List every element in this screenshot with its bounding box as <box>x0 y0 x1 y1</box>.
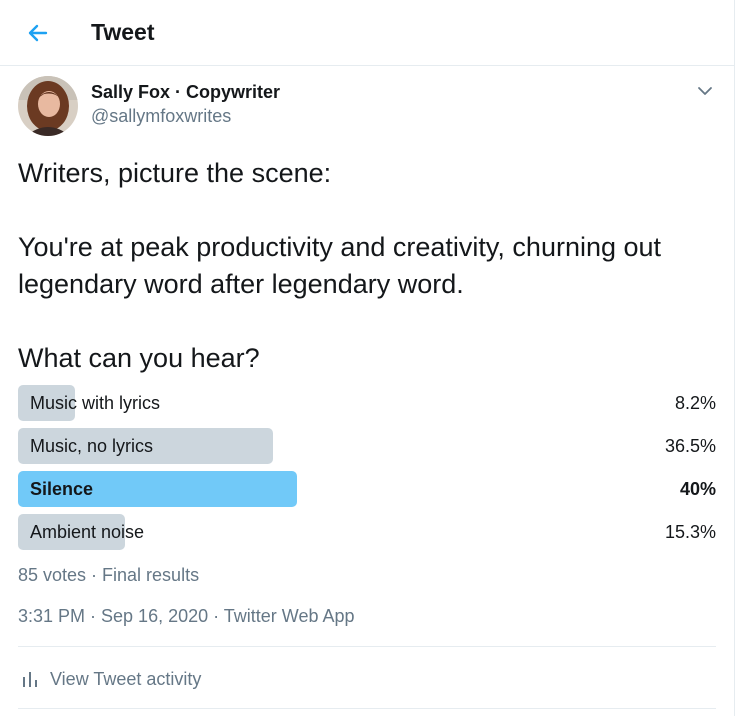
poll-option-label: Music, no lyrics <box>30 436 154 456</box>
poll-results-meta: 85 votes · Final results <box>18 565 200 585</box>
poll-option: Ambient noise 15.3% <box>18 514 716 550</box>
tweet-page: Tweet Sally Fox · Copywriter @sallymfoxw… <box>0 0 735 716</box>
poll-option: Music, no lyrics 36.5% <box>18 428 716 464</box>
page-title: Tweet <box>91 19 155 45</box>
author-name[interactable]: Sally Fox · Copywriter <box>91 82 280 103</box>
poll-option-percent: 40% <box>679 479 716 499</box>
poll-option-percent: 15.3% <box>664 522 716 542</box>
poll-option-label: Ambient noise <box>30 522 145 542</box>
tweet-text: Writers, picture the scene: You're at pe… <box>18 158 662 373</box>
poll: Music with lyrics 8.2% Music, no lyrics 36.… <box>18 385 716 557</box>
back-arrow-icon[interactable] <box>22 17 54 49</box>
page-header: Tweet <box>0 0 734 66</box>
poll-option: Music with lyrics 8.2% <box>18 385 716 421</box>
chevron-down-icon[interactable] <box>694 80 716 102</box>
view-activity-label: View Tweet activity <box>50 668 202 689</box>
poll-option-percent: 36.5% <box>664 436 716 456</box>
poll-option-label: Music with lyrics <box>30 393 161 413</box>
poll-option-label: Silence <box>30 479 94 499</box>
view-activity-link[interactable]: View Tweet activity <box>18 666 201 692</box>
avatar[interactable] <box>18 76 78 136</box>
divider <box>18 708 716 709</box>
bar-chart-icon <box>20 669 40 689</box>
tweet-timestamp[interactable]: 3:31 PM · Sep 16, 2020 · Twitter Web App <box>18 606 355 627</box>
poll-option-percent: 8.2% <box>674 393 716 413</box>
divider <box>18 646 716 647</box>
poll-option: Silence 40% <box>18 471 716 507</box>
author-handle[interactable]: @sallymfoxwrites <box>91 106 231 127</box>
